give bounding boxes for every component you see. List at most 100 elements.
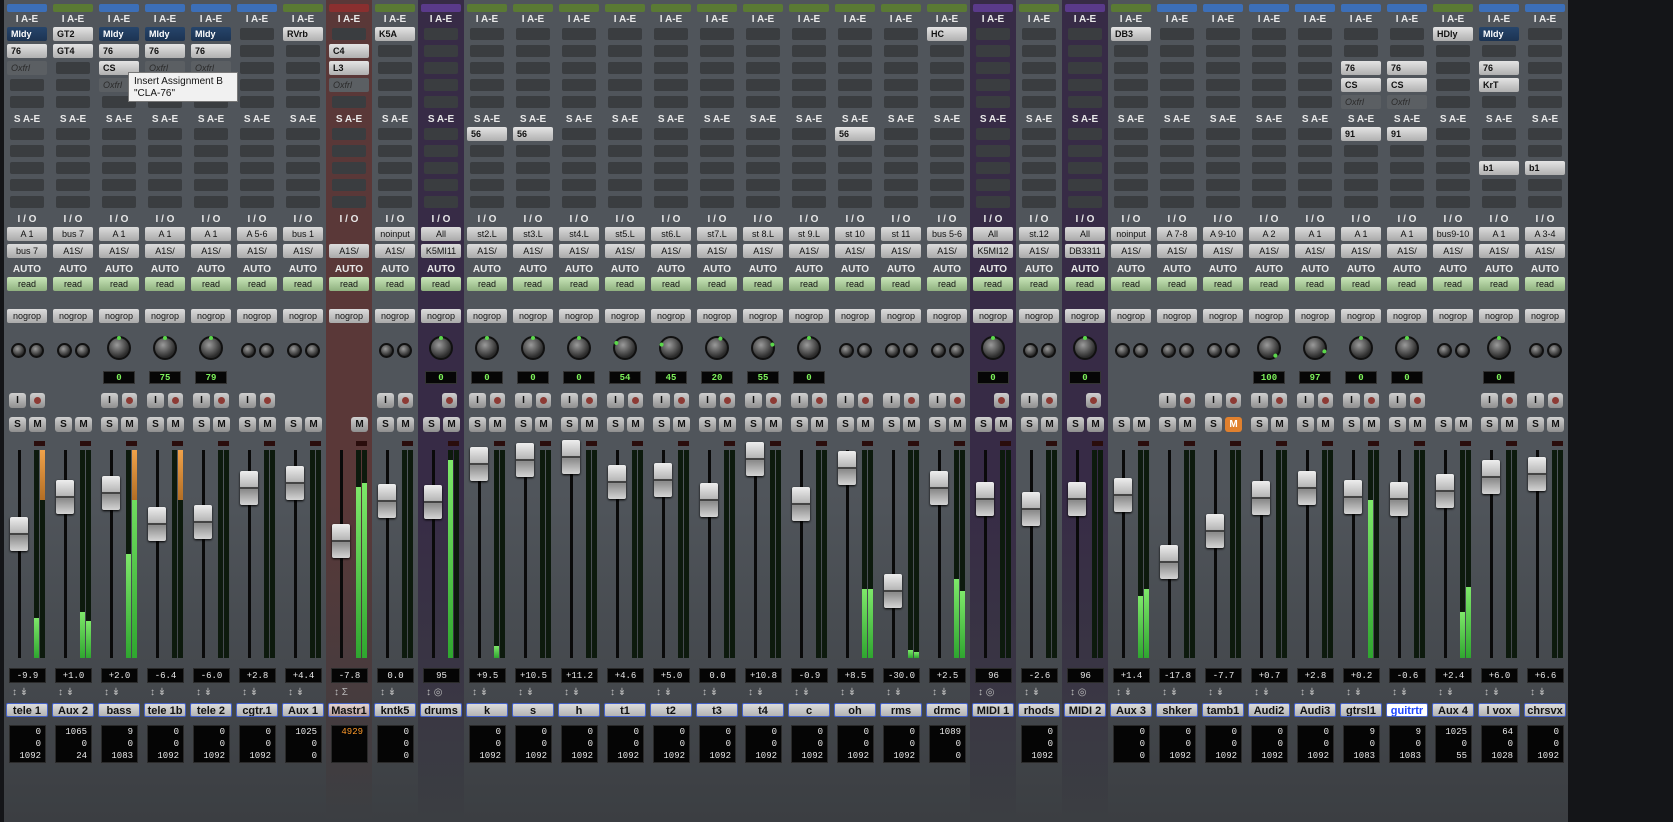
pan-knob[interactable] bbox=[1225, 343, 1240, 358]
output-selector[interactable]: A1S/ bbox=[1433, 244, 1473, 258]
group-selector[interactable]: nogrop bbox=[1157, 309, 1197, 323]
record-enable-button[interactable] bbox=[442, 393, 457, 408]
empty-insert-slot[interactable] bbox=[608, 79, 642, 91]
send-slot[interactable]: 56 bbox=[513, 127, 553, 141]
automation-mode[interactable]: read bbox=[191, 277, 231, 291]
pan-knob[interactable] bbox=[797, 336, 821, 360]
empty-insert-slot[interactable] bbox=[516, 45, 550, 57]
output-selector[interactable]: A1S/ bbox=[605, 244, 645, 258]
send-slot[interactable]: b1 bbox=[1479, 161, 1519, 175]
output-selector[interactable]: A1S/ bbox=[1479, 244, 1519, 258]
insert-slot[interactable]: DB3 bbox=[1111, 27, 1151, 41]
track-name[interactable]: chrsvx bbox=[1524, 703, 1566, 717]
empty-insert-slot[interactable] bbox=[608, 45, 642, 57]
empty-send-slot[interactable] bbox=[1068, 179, 1102, 191]
pan-knob[interactable] bbox=[1455, 343, 1470, 358]
record-enable-button[interactable] bbox=[1410, 393, 1425, 408]
input-selector[interactable]: st5.L bbox=[605, 227, 645, 241]
empty-send-slot[interactable] bbox=[1160, 128, 1194, 140]
record-enable-button[interactable] bbox=[398, 393, 413, 408]
empty-insert-slot[interactable] bbox=[1160, 79, 1194, 91]
input-monitor-button[interactable]: I bbox=[1021, 393, 1038, 408]
empty-send-slot[interactable] bbox=[1068, 196, 1102, 208]
empty-send-slot[interactable] bbox=[194, 145, 228, 157]
insert-slot[interactable]: Mldy bbox=[7, 27, 47, 41]
pan-knob[interactable] bbox=[475, 336, 499, 360]
volume-fader[interactable] bbox=[746, 442, 764, 476]
empty-send-slot[interactable] bbox=[930, 128, 964, 140]
empty-insert-slot[interactable] bbox=[562, 62, 596, 74]
solo-button[interactable]: S bbox=[515, 417, 532, 432]
empty-insert-slot[interactable] bbox=[792, 28, 826, 40]
pan-knob[interactable] bbox=[567, 336, 591, 360]
group-selector[interactable]: nogrop bbox=[743, 309, 783, 323]
automation-mode[interactable]: read bbox=[973, 277, 1013, 291]
pan-knob[interactable] bbox=[259, 343, 274, 358]
mute-button[interactable]: M bbox=[489, 417, 506, 432]
pan-knob[interactable] bbox=[287, 343, 302, 358]
group-selector[interactable]: nogrop bbox=[651, 309, 691, 323]
empty-send-slot[interactable] bbox=[1298, 179, 1332, 191]
input-selector[interactable]: A 1 bbox=[1295, 227, 1335, 241]
empty-send-slot[interactable] bbox=[102, 196, 136, 208]
automation-mode[interactable]: read bbox=[145, 277, 185, 291]
empty-insert-slot[interactable] bbox=[1390, 45, 1424, 57]
input-monitor-button[interactable]: I bbox=[377, 393, 394, 408]
pan-value[interactable]: 0 bbox=[1483, 371, 1515, 384]
pan-knob[interactable] bbox=[981, 336, 1005, 360]
solo-button[interactable]: S bbox=[1021, 417, 1038, 432]
automation-mode[interactable]: read bbox=[1341, 277, 1381, 291]
empty-send-slot[interactable] bbox=[654, 162, 688, 174]
volume-readout[interactable]: 95 bbox=[423, 668, 460, 683]
input-selector[interactable]: A 1 bbox=[1479, 227, 1519, 241]
volume-readout[interactable]: +2.4 bbox=[1435, 668, 1472, 683]
volume-readout[interactable]: +6.6 bbox=[1527, 668, 1564, 683]
group-selector[interactable]: nogrop bbox=[329, 309, 369, 323]
empty-send-slot[interactable] bbox=[792, 179, 826, 191]
empty-send-slot[interactable] bbox=[10, 145, 44, 157]
volume-readout[interactable]: +2.8 bbox=[1297, 668, 1334, 683]
mute-button[interactable]: M bbox=[1225, 417, 1242, 432]
empty-send-slot[interactable] bbox=[1298, 196, 1332, 208]
volume-fader[interactable] bbox=[838, 451, 856, 485]
empty-insert-slot[interactable] bbox=[240, 79, 274, 91]
empty-send-slot[interactable] bbox=[562, 196, 596, 208]
empty-insert-slot[interactable] bbox=[378, 45, 412, 57]
automation-mode[interactable]: read bbox=[927, 277, 967, 291]
group-selector[interactable]: nogrop bbox=[605, 309, 645, 323]
empty-insert-slot[interactable] bbox=[56, 62, 90, 74]
empty-send-slot[interactable] bbox=[976, 145, 1010, 157]
record-enable-button[interactable] bbox=[628, 393, 643, 408]
empty-send-slot[interactable] bbox=[10, 162, 44, 174]
automation-mode[interactable]: read bbox=[467, 277, 507, 291]
volume-readout[interactable]: 96 bbox=[1067, 668, 1104, 683]
solo-button[interactable]: S bbox=[9, 417, 26, 432]
mute-button[interactable]: M bbox=[949, 417, 966, 432]
empty-insert-slot[interactable] bbox=[838, 62, 872, 74]
pan-knob[interactable] bbox=[751, 336, 775, 360]
track-name[interactable]: shker bbox=[1156, 703, 1198, 717]
track-name[interactable]: t1 bbox=[604, 703, 646, 717]
empty-send-slot[interactable] bbox=[332, 162, 366, 174]
input-selector[interactable]: bus 5-6 bbox=[927, 227, 967, 241]
empty-send-slot[interactable] bbox=[1436, 128, 1470, 140]
empty-send-slot[interactable] bbox=[1390, 196, 1424, 208]
volume-readout[interactable]: +4.4 bbox=[285, 668, 322, 683]
empty-send-slot[interactable] bbox=[1528, 128, 1562, 140]
pan-value[interactable]: 0 bbox=[517, 371, 549, 384]
pan-value[interactable]: 97 bbox=[1299, 371, 1331, 384]
empty-send-slot[interactable] bbox=[654, 145, 688, 157]
empty-insert-slot[interactable] bbox=[1068, 28, 1102, 40]
volume-readout[interactable]: 0.0 bbox=[377, 668, 414, 683]
automation-mode[interactable]: read bbox=[1157, 277, 1197, 291]
empty-send-slot[interactable] bbox=[332, 128, 366, 140]
clip-indicator[interactable] bbox=[218, 441, 229, 446]
pan-knob[interactable] bbox=[107, 336, 131, 360]
empty-send-slot[interactable] bbox=[1206, 179, 1240, 191]
group-selector[interactable]: nogrop bbox=[99, 309, 139, 323]
empty-send-slot[interactable] bbox=[562, 162, 596, 174]
input-selector[interactable]: A 1 bbox=[191, 227, 231, 241]
empty-insert-slot[interactable] bbox=[1436, 45, 1470, 57]
empty-send-slot[interactable] bbox=[1022, 128, 1056, 140]
volume-readout[interactable]: +5.0 bbox=[653, 668, 690, 683]
